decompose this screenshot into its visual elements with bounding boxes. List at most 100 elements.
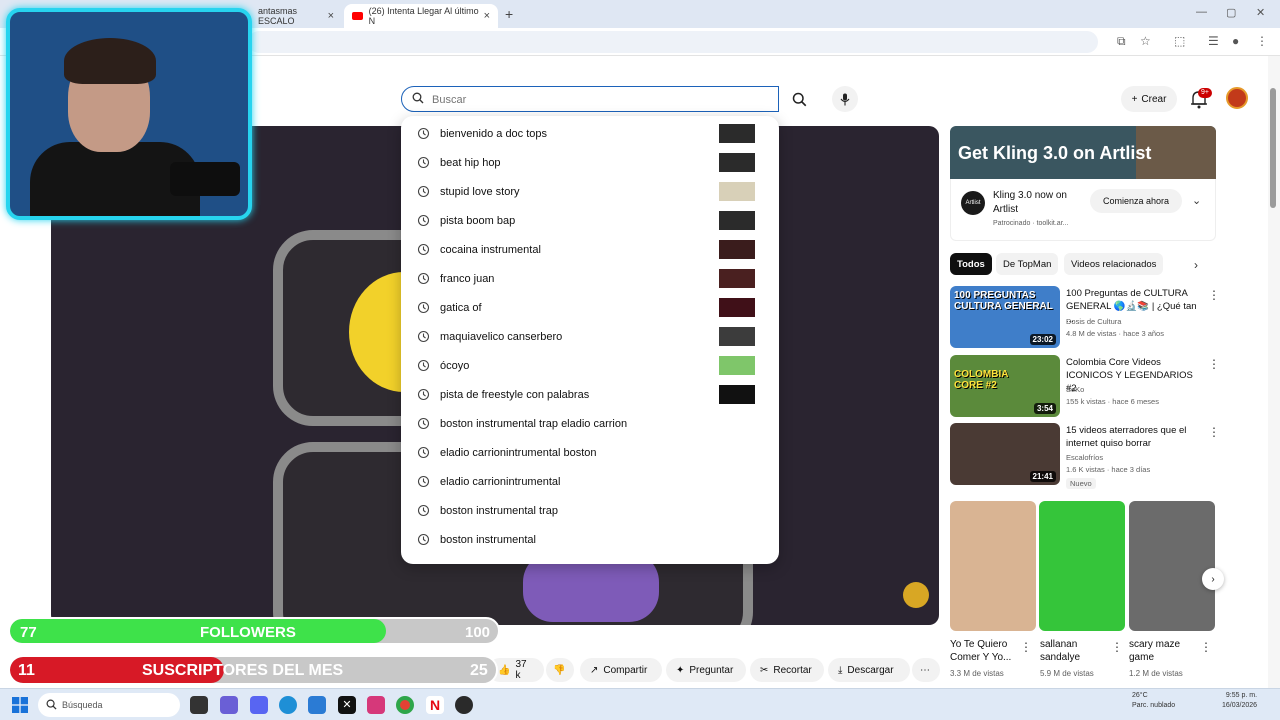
related-video-thumbnail[interactable]: 100 PREGUNTAS CULTURA GENERAL 23:02 <box>950 286 1060 348</box>
windows-start-icon[interactable] <box>12 697 28 713</box>
plus-icon: + <box>1131 93 1138 105</box>
suggestion-item[interactable]: beat hip hop <box>401 148 779 177</box>
chip-related[interactable]: Videos relacionados <box>1064 253 1164 275</box>
suggestion-item[interactable]: gatica of <box>401 293 779 322</box>
download-button[interactable]: ⤓ Descargar <box>828 658 910 682</box>
related-video-thumbnail[interactable]: 21:41 <box>950 423 1060 485</box>
suggestion-thumbnail <box>719 356 755 375</box>
suggestion-item[interactable]: ócoyo <box>401 351 779 380</box>
browser-tab[interactable]: antasmas ESCALO × <box>250 4 342 28</box>
short-thumbnail[interactable] <box>1129 501 1215 631</box>
related-video-channel[interactable]: SeKo <box>1066 384 1202 396</box>
short-title[interactable]: Yo Te Quiero Comer Y Yo... <box>950 638 1024 664</box>
suggestion-item[interactable]: stupid love story <box>401 177 779 206</box>
page-scrollbar[interactable] <box>1268 56 1280 688</box>
related-video-channel[interactable]: Escalofríos <box>1066 452 1202 464</box>
chevron-down-icon[interactable]: ⌄ <box>1192 194 1201 207</box>
suggestion-text: gatica of <box>440 302 482 314</box>
short-title[interactable]: scary maze game <box>1129 638 1203 664</box>
scrollbar-thumb[interactable] <box>1270 88 1276 208</box>
bookmark-star-icon[interactable]: ☆ <box>1140 34 1151 48</box>
suggestion-text: boston instrumental trap <box>440 505 559 517</box>
dislike-button[interactable]: 👎 <box>546 658 574 682</box>
chevron-right-icon[interactable]: › <box>1194 258 1198 272</box>
more-options-icon[interactable]: ⋮ <box>1200 640 1212 654</box>
create-button[interactable]: + Crear <box>1121 86 1177 112</box>
suggestion-item[interactable]: maquiavelico canserbero <box>401 322 779 351</box>
search-button[interactable] <box>779 86 819 112</box>
short-thumbnail[interactable] <box>1039 501 1125 631</box>
taskbar-clock[interactable]: 9:55 p. m. 16/03/2026 <box>1222 691 1257 711</box>
x-app-icon[interactable]: ✕ <box>338 696 356 714</box>
copilot-icon[interactable] <box>220 696 238 714</box>
maximize-icon[interactable]: ▢ <box>1226 6 1236 19</box>
more-options-icon[interactable]: ⋮ <box>1208 357 1220 371</box>
suggestion-item[interactable]: eladio carrionintrumental <box>401 467 779 496</box>
obs-icon[interactable] <box>455 696 473 714</box>
suggestion-text: boston instrumental trap eladio carrion <box>440 418 628 430</box>
profile-icon[interactable]: ● <box>1232 34 1239 48</box>
followers-label: FOLLOWERS <box>200 624 296 641</box>
omnibox[interactable] <box>248 31 1098 53</box>
suggestion-item[interactable]: franco juan <box>401 264 779 293</box>
suggestion-item[interactable]: boston instrumental trap eladio carrion <box>401 409 779 438</box>
suggestion-item[interactable]: boston instrumental <box>401 525 779 554</box>
chrome-icon[interactable] <box>396 696 414 714</box>
ad-text[interactable]: Kling 3.0 now on Artlist <box>993 189 1083 217</box>
related-video-channel[interactable]: Dosis de Cultura <box>1066 316 1202 328</box>
browser-tab-active[interactable]: (26) Intenta Llegar Al último N × <box>344 4 498 28</box>
suggestion-item[interactable]: pista boom bap <box>401 206 779 235</box>
taskbar-search[interactable]: Búsqueda <box>38 693 180 717</box>
netflix-icon[interactable]: N <box>426 696 444 714</box>
instagram-icon[interactable] <box>367 696 385 714</box>
task-view-icon[interactable] <box>190 696 208 714</box>
thumbnail-text: 100 PREGUNTAS CULTURA GENERAL <box>954 290 1053 312</box>
more-options-icon[interactable]: ⋮ <box>1020 640 1032 654</box>
close-window-icon[interactable]: ✕ <box>1256 6 1265 19</box>
extensions-icon[interactable]: ⬚ <box>1174 34 1185 48</box>
related-video-title[interactable]: 15 videos aterradores que el internet qu… <box>1066 424 1202 450</box>
history-icon <box>417 359 430 372</box>
suggestion-thumbnail <box>719 298 755 317</box>
menu-icon[interactable]: ⋮ <box>1256 34 1268 48</box>
short-thumbnail[interactable] <box>950 501 1036 631</box>
more-options-icon[interactable]: ⋮ <box>1208 425 1220 439</box>
share-button[interactable]: ↗ Compartir <box>580 658 662 682</box>
suggestion-item[interactable]: bienvenido a doc tops <box>401 119 779 148</box>
related-video-thumbnail[interactable]: COLOMBIA CORE #2 3:54 <box>950 355 1060 417</box>
voice-search-button[interactable] <box>832 86 858 112</box>
shorts-next-button[interactable]: › <box>1202 568 1224 590</box>
discord-icon[interactable] <box>250 696 268 714</box>
video-duration: 3:54 <box>1033 403 1056 414</box>
store-icon[interactable] <box>308 696 326 714</box>
minimize-icon[interactable]: — <box>1196 6 1207 18</box>
user-avatar[interactable] <box>1226 87 1248 109</box>
more-options-icon[interactable]: ⋮ <box>1111 640 1123 654</box>
channel-watermark-icon[interactable] <box>903 582 929 608</box>
more-actions-button[interactable]: ⋯ <box>912 658 940 682</box>
short-views: 3.3 M de vistas <box>950 669 1004 678</box>
chip-all[interactable]: Todos <box>950 253 992 275</box>
suggestion-item[interactable]: boston instrumental trap <box>401 496 779 525</box>
ad-banner[interactable]: Get Kling 3.0 on Artlist <box>950 126 1216 179</box>
edge-icon[interactable] <box>279 696 297 714</box>
chip-from-channel[interactable]: De TopMan <box>996 253 1059 275</box>
search-input[interactable] <box>432 91 762 109</box>
short-title[interactable]: sallanan sandalye <box>1040 638 1114 664</box>
search-box[interactable] <box>401 86 779 112</box>
cast-icon[interactable]: ⧉ <box>1117 34 1126 49</box>
reading-list-icon[interactable]: ☰ <box>1208 34 1219 48</box>
close-tab-icon[interactable]: × <box>328 10 334 22</box>
new-tab-button[interactable]: + <box>505 6 513 22</box>
ask-button[interactable]: ✦ Preguntar <box>666 658 746 682</box>
close-tab-icon[interactable]: × <box>484 10 490 22</box>
clip-button[interactable]: ✂ Recortar <box>750 658 824 682</box>
suggestion-item[interactable]: pista de freestyle con palabras <box>401 380 779 409</box>
subscribers-count: 11 <box>18 662 35 679</box>
weather-widget[interactable]: 26°C Parc. nublado <box>1132 691 1175 711</box>
ad-cta-button[interactable]: Comienza ahora <box>1090 189 1182 213</box>
more-options-icon[interactable]: ⋮ <box>1208 288 1220 302</box>
suggestion-item[interactable]: eladio carrionintrumental boston <box>401 438 779 467</box>
ad-logo[interactable]: Artlist <box>961 191 985 215</box>
suggestion-item[interactable]: cocaina instrumental <box>401 235 779 264</box>
